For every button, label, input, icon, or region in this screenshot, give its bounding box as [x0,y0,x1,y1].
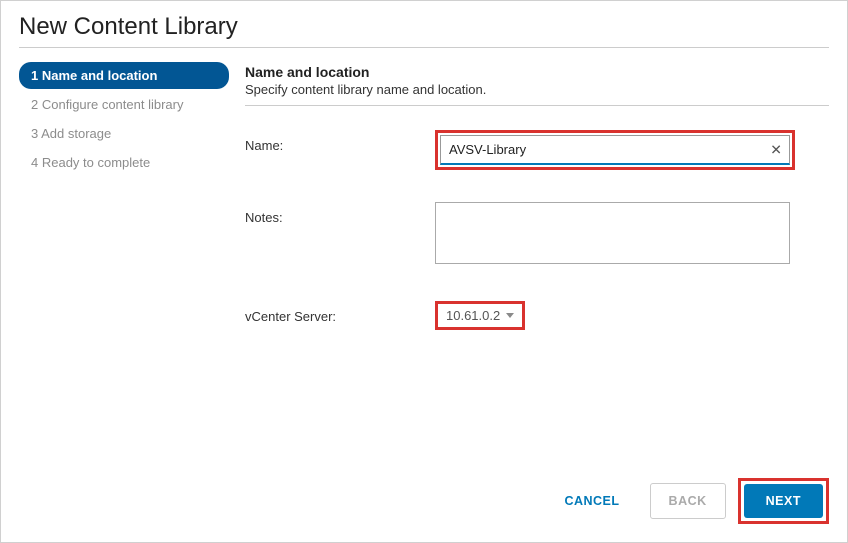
dialog-body: 1 Name and location 2 Configure content … [1,58,847,478]
main-panel: Name and location Specify content librar… [229,58,829,478]
wizard-steps: 1 Name and location 2 Configure content … [19,58,229,478]
row-notes: Notes: [245,202,829,269]
label-notes: Notes: [245,202,435,225]
step-configure-content-library: 2 Configure content library [19,91,229,118]
row-name: Name: ✕ [245,130,829,170]
label-vcenter: vCenter Server: [245,301,435,324]
chevron-down-icon [506,313,514,318]
section-title: Name and location [245,64,829,80]
cancel-button[interactable]: CANCEL [546,484,637,518]
back-button: BACK [650,483,726,519]
dialog-footer: CANCEL BACK NEXT [1,478,847,542]
vcenter-select[interactable]: 10.61.0.2 [435,301,525,330]
clear-icon[interactable]: ✕ [770,142,782,159]
step-add-storage: 3 Add storage [19,120,229,147]
label-name: Name: [245,130,435,153]
next-button[interactable]: NEXT [744,484,823,518]
new-content-library-dialog: New Content Library 1 Name and location … [0,0,848,543]
notes-textarea[interactable] [435,202,790,264]
row-vcenter: vCenter Server: 10.61.0.2 [245,301,829,330]
name-input-highlight: ✕ [435,130,795,170]
name-input[interactable] [440,135,790,165]
step-name-and-location[interactable]: 1 Name and location [19,62,229,89]
title-divider [19,47,829,48]
section-divider [245,105,829,106]
section-subtitle: Specify content library name and locatio… [245,82,829,97]
next-button-highlight: NEXT [738,478,829,524]
step-ready-to-complete: 4 Ready to complete [19,149,229,176]
dialog-title: New Content Library [1,1,847,47]
vcenter-value: 10.61.0.2 [446,308,500,323]
